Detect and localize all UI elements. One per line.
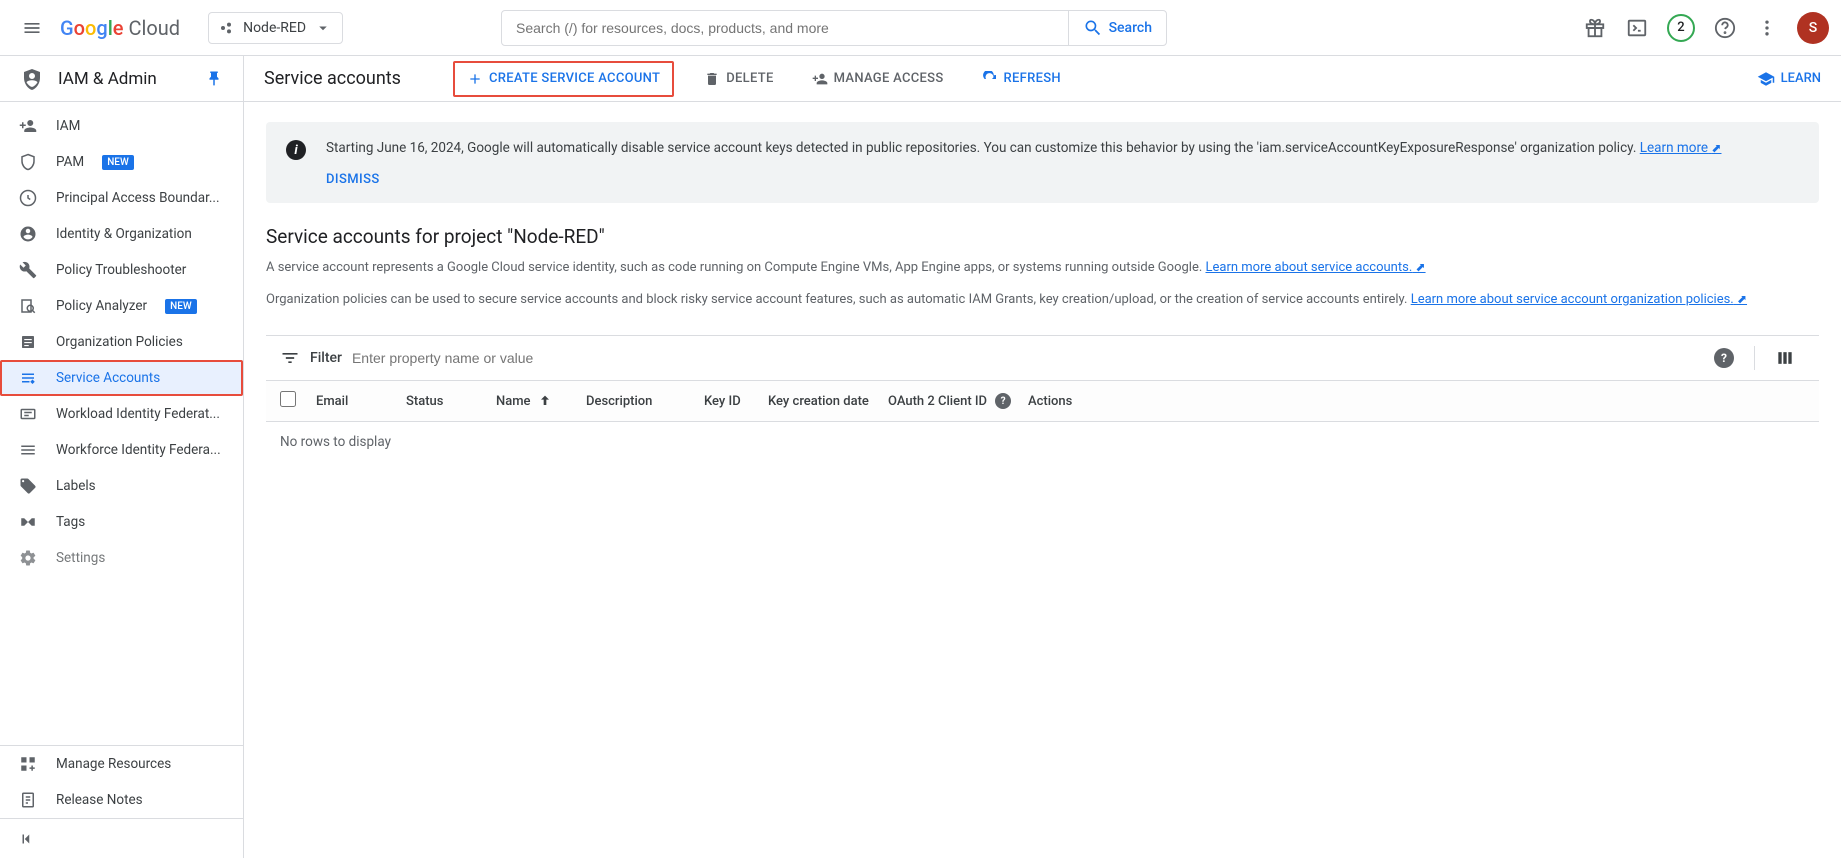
sidebar-item-pam[interactable]: PAM NEW [0,144,243,180]
dismiss-button[interactable]: DISMISS [326,172,1721,187]
sidebar-item-principal-access[interactable]: Principal Access Boundar... [0,180,243,216]
sidebar-item-workload-identity[interactable]: Workload Identity Federat... [0,396,243,432]
project-name: Node-RED [243,20,306,36]
search-button[interactable]: Search [1068,11,1166,45]
filter-icon [280,348,300,368]
sidebar-item-policy-troubleshooter[interactable]: Policy Troubleshooter [0,252,243,288]
cloud-shell-icon[interactable] [1625,16,1649,40]
sidebar-item-workforce-identity[interactable]: Workforce Identity Federa... [0,432,243,468]
sidebar-item-service-accounts[interactable]: Service Accounts [0,360,243,396]
chevron-down-icon [314,19,332,37]
col-status[interactable]: Status [406,394,496,409]
col-oauth[interactable]: OAuth 2 Client ID ? [888,393,1028,409]
sidebar-item-tags[interactable]: Tags [0,504,243,540]
section-title: Service accounts for project "Node-RED" [266,225,1819,248]
oauth-help-icon[interactable]: ? [995,393,1011,409]
banner-learn-more-link[interactable]: Learn more ⬈ [1640,140,1722,156]
info-icon: i [286,140,306,160]
col-description[interactable]: Description [586,394,704,409]
page-title: Service accounts [264,68,401,89]
google-cloud-logo[interactable]: Google Cloud [60,16,180,40]
hamburger-menu[interactable] [12,8,52,48]
person-add-icon [18,117,38,135]
graduation-icon [1757,70,1775,88]
filter-input[interactable] [352,350,1704,366]
pin-icon[interactable] [205,70,223,88]
shield-icon [18,153,38,171]
notes-icon [18,791,38,809]
sidebar-item-labels[interactable]: Labels [0,468,243,504]
label-icon [18,477,38,495]
new-badge: NEW [102,155,134,170]
col-email[interactable]: Email [316,394,406,409]
columns-icon[interactable] [1775,348,1795,368]
col-name[interactable]: Name [496,393,586,409]
col-actions[interactable]: Actions [1028,394,1108,409]
refresh-button[interactable]: REFRESH [974,65,1069,93]
external-link-icon: ⬈ [1416,260,1426,274]
external-link-icon: ⬈ [1711,141,1721,155]
analyzer-icon [18,297,38,315]
gift-icon[interactable] [1583,16,1607,40]
learn-button[interactable]: LEARN [1757,70,1821,88]
boundary-icon [18,189,38,207]
sidebar-header: IAM & Admin [0,56,243,102]
col-keydate[interactable]: Key creation date [768,394,888,409]
sidebar-item-org-policies[interactable]: Organization Policies [0,324,243,360]
project-selector[interactable]: Node-RED [208,12,343,44]
sidebar-item-identity-org[interactable]: Identity & Organization [0,216,243,252]
learn-more-service-accounts-link[interactable]: Learn more about service accounts. ⬈ [1206,260,1426,275]
table-empty-row: No rows to display [266,422,1819,462]
sidebar-item-policy-analyzer[interactable]: Policy Analyzer NEW [0,288,243,324]
workforce-icon [18,441,38,459]
sidebar-collapse-button[interactable] [0,818,243,858]
divider [1754,346,1755,370]
workload-icon [18,405,38,423]
create-service-account-button[interactable]: CREATE SERVICE ACCOUNT [453,61,674,97]
logo-suffix: Cloud [128,16,180,40]
sidebar-item-settings[interactable]: Settings [0,540,243,576]
manage-access-button[interactable]: MANAGE ACCESS [804,65,952,93]
new-badge: NEW [165,299,197,314]
shield-person-icon [20,67,44,91]
learn-more-org-policies-link[interactable]: Learn more about service account organiz… [1411,292,1747,307]
search-input[interactable] [502,20,1068,36]
select-all-checkbox[interactable] [280,391,296,407]
resources-icon [18,755,38,773]
refresh-icon [982,71,998,87]
gear-icon [18,549,38,567]
sidebar-section-title: IAM & Admin [58,69,191,89]
help-icon[interactable] [1713,16,1737,40]
chevron-left-icon [18,830,36,848]
user-avatar[interactable]: S [1797,12,1829,44]
delete-button[interactable]: DELETE [696,65,781,93]
sidebar-item-release-notes[interactable]: Release Notes [0,782,243,818]
account-circle-icon [18,225,38,243]
list-icon [18,333,38,351]
search-bar[interactable]: Search [501,10,1167,46]
notification-badge[interactable]: 2 [1667,14,1695,42]
tag-icon [18,513,38,531]
plus-icon [467,71,483,87]
filter-label: Filter [310,350,342,366]
table-header-row: Email Status Name Description Key ID Key… [266,381,1819,422]
trash-icon [704,71,720,87]
person-add-icon [812,71,828,87]
external-link-icon: ⬈ [1737,292,1747,306]
wrench-icon [18,261,38,279]
filter-help-icon[interactable]: ? [1714,348,1734,368]
search-icon [1083,18,1103,38]
more-vert-icon[interactable] [1755,16,1779,40]
sidebar-item-manage-resources[interactable]: Manage Resources [0,746,243,782]
arrow-up-icon [537,393,553,409]
col-keyid[interactable]: Key ID [704,394,768,409]
info-banner: i Starting June 16, 2024, Google will au… [266,122,1819,203]
search-button-label: Search [1109,20,1152,36]
service-account-icon [18,369,38,387]
sidebar-item-iam[interactable]: IAM [0,108,243,144]
